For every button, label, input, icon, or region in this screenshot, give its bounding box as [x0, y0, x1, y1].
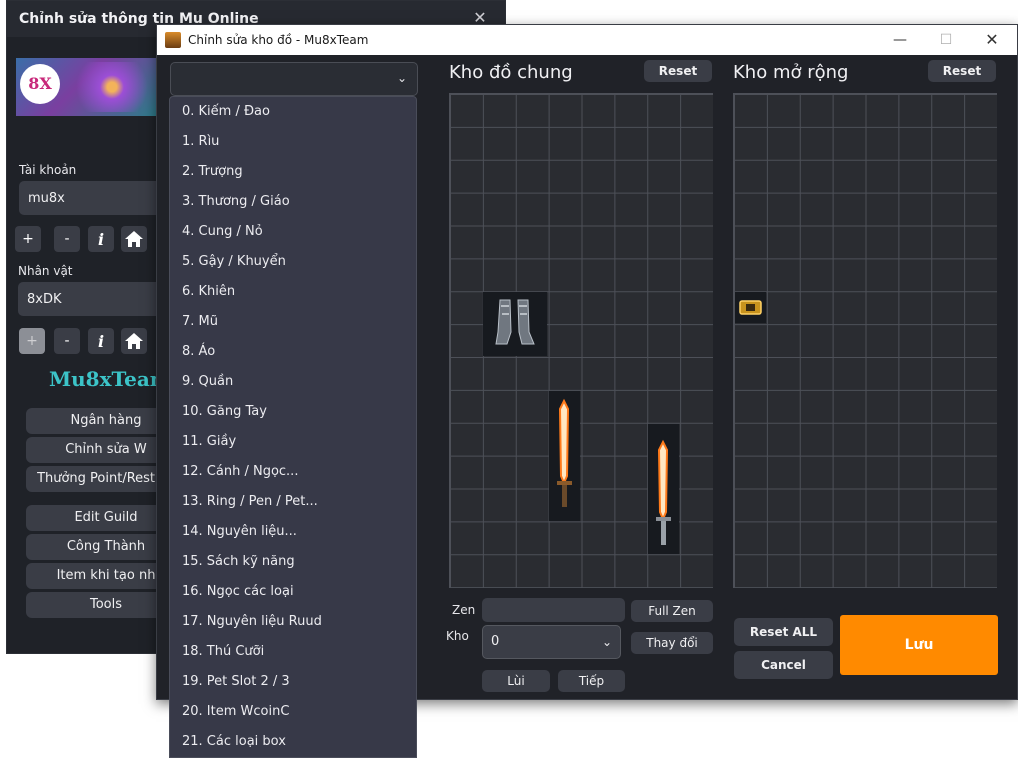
character-input[interactable]: 8xDK	[18, 282, 169, 316]
kho-value: 0	[491, 634, 500, 649]
extended-storage-reset-button[interactable]: Reset	[928, 60, 996, 82]
kho-select[interactable]: 0 ⌄	[482, 625, 621, 659]
warehouse-editor-title: Chỉnh sửa kho đồ - Mu8xTeam	[188, 33, 369, 47]
change-warehouse-button[interactable]: Thay đổi	[631, 632, 713, 654]
save-button[interactable]: Lưu	[840, 615, 998, 675]
dropdown-option[interactable]: 20. Item WcoinC	[170, 697, 416, 727]
dropdown-option[interactable]: 0. Kiếm / Đao	[170, 97, 416, 127]
cancel-button[interactable]: Cancel	[734, 651, 833, 679]
dropdown-option[interactable]: 7. Mũ	[170, 307, 416, 337]
dropdown-option[interactable]: 16. Ngọc các loại	[170, 577, 416, 607]
previous-button[interactable]: Lùi	[482, 670, 550, 692]
dropdown-option[interactable]: 14. Nguyên liệu...	[170, 517, 416, 547]
dropdown-option[interactable]: 1. Rìu	[170, 127, 416, 157]
kho-label: Kho	[446, 629, 469, 643]
app-icon	[165, 32, 181, 48]
dropdown-option[interactable]: 8. Áo	[170, 337, 416, 367]
shared-storage-title: Kho đồ chung	[449, 62, 573, 83]
dropdown-option[interactable]: 2. Trượng	[170, 157, 416, 187]
dropdown-option[interactable]: 21. Các loại box	[170, 727, 416, 757]
shared-storage-grid[interactable]	[449, 93, 713, 588]
brand-logo: Mu8xTeam	[49, 367, 171, 391]
item-category-select[interactable]: ⌄	[170, 62, 418, 96]
account-input[interactable]: mu8x	[19, 181, 169, 215]
minimize-icon[interactable]: —	[877, 25, 923, 55]
zen-input[interactable]	[482, 598, 625, 622]
next-button[interactable]: Tiếp	[558, 670, 625, 692]
extended-storage-grid[interactable]	[733, 93, 997, 588]
character-info-icon[interactable]: i	[88, 328, 114, 354]
dropdown-option[interactable]: 19. Pet Slot 2 / 3	[170, 667, 416, 697]
dropdown-option[interactable]: 10. Găng Tay	[170, 397, 416, 427]
dropdown-option[interactable]: 6. Khiên	[170, 277, 416, 307]
dropdown-option[interactable]: 5. Gậy / Khuyển	[170, 247, 416, 277]
zen-label: Zen	[452, 603, 476, 617]
dropdown-option[interactable]: 15. Sách kỹ năng	[170, 547, 416, 577]
dropdown-option[interactable]: 13. Ring / Pen / Pet...	[170, 487, 416, 517]
character-label: Nhân vật	[18, 264, 73, 278]
boots-item-icon[interactable]	[483, 292, 547, 356]
chevron-down-icon: ⌄	[601, 635, 612, 649]
dropdown-option[interactable]: 9. Quần	[170, 367, 416, 397]
item-category-dropdown[interactable]: 0. Kiếm / Đao 1. Rìu 2. Trượng 3. Thương…	[169, 96, 417, 758]
banner-image: 8X	[16, 58, 157, 116]
reset-all-button[interactable]: Reset ALL	[734, 618, 833, 646]
remove-account-button[interactable]: -	[54, 226, 80, 252]
banner-art	[76, 62, 157, 112]
account-label: Tài khoản	[19, 163, 77, 177]
shared-storage-reset-button[interactable]: Reset	[644, 60, 712, 82]
flame-sword-item-icon[interactable]	[549, 391, 580, 521]
extended-storage-title: Kho mở rộng	[733, 62, 849, 83]
warehouse-editor-titlebar: Chỉnh sửa kho đồ - Mu8xTeam — ☐ ✕	[157, 25, 1017, 55]
dropdown-option[interactable]: 18. Thú Cưỡi	[170, 637, 416, 667]
close-icon[interactable]: ✕	[969, 25, 1015, 55]
dropdown-option[interactable]: 12. Cánh / Ngọc...	[170, 457, 416, 487]
character-home-icon[interactable]	[121, 328, 147, 354]
dropdown-option[interactable]: 3. Thương / Giáo	[170, 187, 416, 217]
flame-sword-item-icon[interactable]	[648, 424, 679, 554]
belt-item-icon[interactable]	[735, 292, 766, 323]
add-account-button[interactable]: +	[15, 226, 41, 252]
dropdown-option[interactable]: 17. Nguyên liệu Ruud	[170, 607, 416, 637]
chevron-down-icon: ⌄	[396, 71, 407, 85]
add-character-button[interactable]: +	[19, 328, 45, 354]
dropdown-option[interactable]: 4. Cung / Nỏ	[170, 217, 416, 247]
account-info-icon[interactable]: i	[88, 226, 114, 252]
dropdown-option[interactable]: 11. Giầy	[170, 427, 416, 457]
maximize-icon[interactable]: ☐	[923, 25, 969, 55]
full-zen-button[interactable]: Full Zen	[631, 600, 713, 622]
account-home-icon[interactable]	[121, 226, 147, 252]
remove-character-button[interactable]: -	[54, 328, 80, 354]
banner-logo: 8X	[20, 64, 60, 104]
